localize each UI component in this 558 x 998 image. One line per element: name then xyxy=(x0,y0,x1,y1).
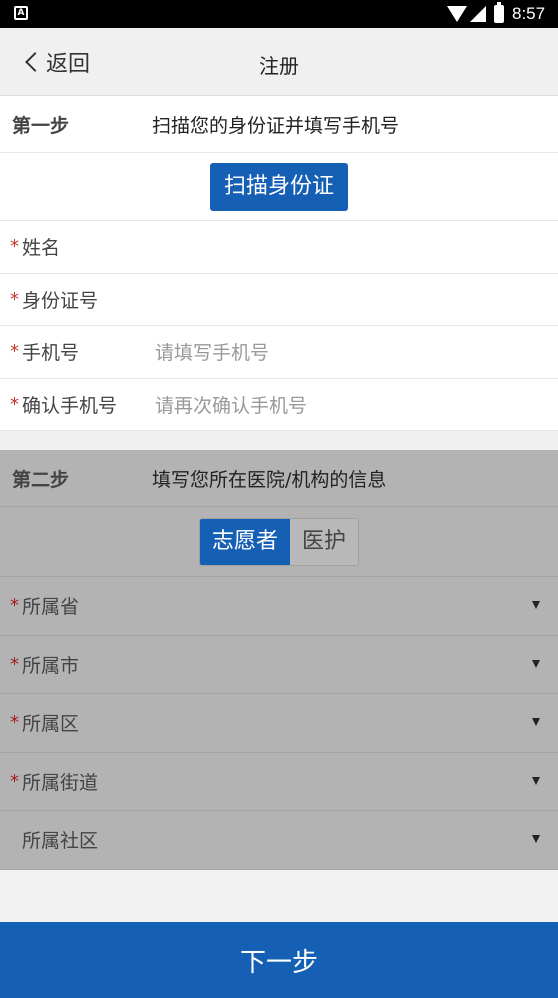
phone-input[interactable]: 请填写手机号 xyxy=(155,338,269,365)
scan-row: 扫描身份证 xyxy=(0,153,558,221)
step1-header: 第一步 扫描您的身份证并填写手机号 xyxy=(0,96,558,153)
city-select[interactable]: * 所属市 xyxy=(0,636,558,694)
step2-label: 第二步 xyxy=(12,468,70,491)
dropdown-arrow-icon xyxy=(532,718,540,726)
required-mark: * xyxy=(10,288,19,310)
street-select[interactable]: * 所属街道 xyxy=(0,753,558,811)
segment-medical[interactable]: 医护 xyxy=(290,518,359,565)
province-select[interactable]: * 所属省 xyxy=(0,577,558,636)
required-mark: * xyxy=(10,653,19,675)
district-select[interactable]: * 所属区 xyxy=(0,694,558,753)
scan-id-button[interactable]: 扫描身份证 xyxy=(209,162,348,211)
required-mark: * xyxy=(10,770,19,792)
step2-desc: 填写您所在医院/机构的信息 xyxy=(152,468,387,491)
confirm-phone-field[interactable]: * 确认手机号 请再次确认手机号 xyxy=(0,379,558,431)
section-divider xyxy=(0,432,558,450)
status-bar: A 8:57 xyxy=(0,0,558,28)
wifi-icon xyxy=(447,6,467,22)
required-mark: * xyxy=(10,595,19,617)
segment-volunteer[interactable]: 志愿者 xyxy=(199,518,290,565)
street-label: 所属街道 xyxy=(22,771,99,794)
required-mark: * xyxy=(10,236,19,258)
signal-icon xyxy=(470,6,486,22)
community-label: 所属社区 xyxy=(22,830,99,853)
dropdown-arrow-icon xyxy=(532,659,540,668)
page-title: 注册 xyxy=(259,54,299,78)
name-label: 姓名 xyxy=(22,237,61,260)
id-number-label: 身份证号 xyxy=(22,289,99,312)
dropdown-arrow-icon xyxy=(532,776,540,785)
phone-label: 手机号 xyxy=(22,342,80,365)
dropdown-arrow-icon xyxy=(532,835,540,843)
role-segmented-control: 志愿者 医护 xyxy=(198,517,360,566)
required-mark: * xyxy=(10,712,19,734)
name-field[interactable]: * 姓名 xyxy=(0,221,558,274)
status-time: 8:57 xyxy=(512,4,546,23)
phone-field[interactable]: * 手机号 请填写手机号 xyxy=(0,326,558,379)
step1-section: 第一步 扫描您的身份证并填写手机号 扫描身份证 * 姓名 * 身份证号 * 手机… xyxy=(0,96,558,431)
nav-bar: 返回 注册 xyxy=(0,28,558,96)
battery-icon xyxy=(494,2,504,23)
step1-label: 第一步 xyxy=(12,114,70,137)
required-mark: * xyxy=(10,393,19,415)
community-select[interactable]: 所属社区 xyxy=(0,811,558,870)
id-number-field[interactable]: * 身份证号 xyxy=(0,274,558,326)
city-label: 所属市 xyxy=(22,654,80,677)
province-label: 所属省 xyxy=(22,596,80,619)
notification-icon: A xyxy=(14,6,28,20)
dropdown-arrow-icon xyxy=(532,601,540,609)
step1-desc: 扫描您的身份证并填写手机号 xyxy=(152,114,400,137)
role-segment-row: 志愿者 医护 xyxy=(0,507,558,577)
required-mark: * xyxy=(10,341,19,363)
step2-header: 第二步 填写您所在医院/机构的信息 xyxy=(0,450,558,507)
confirm-phone-label: 确认手机号 xyxy=(22,394,118,417)
step2-section: 第二步 填写您所在医院/机构的信息 志愿者 医护 * 所属省 * 所属市 * 所… xyxy=(0,450,558,870)
next-step-button[interactable]: 下一步 xyxy=(0,922,558,998)
district-label: 所属区 xyxy=(22,713,80,736)
confirm-phone-input[interactable]: 请再次确认手机号 xyxy=(155,391,307,418)
